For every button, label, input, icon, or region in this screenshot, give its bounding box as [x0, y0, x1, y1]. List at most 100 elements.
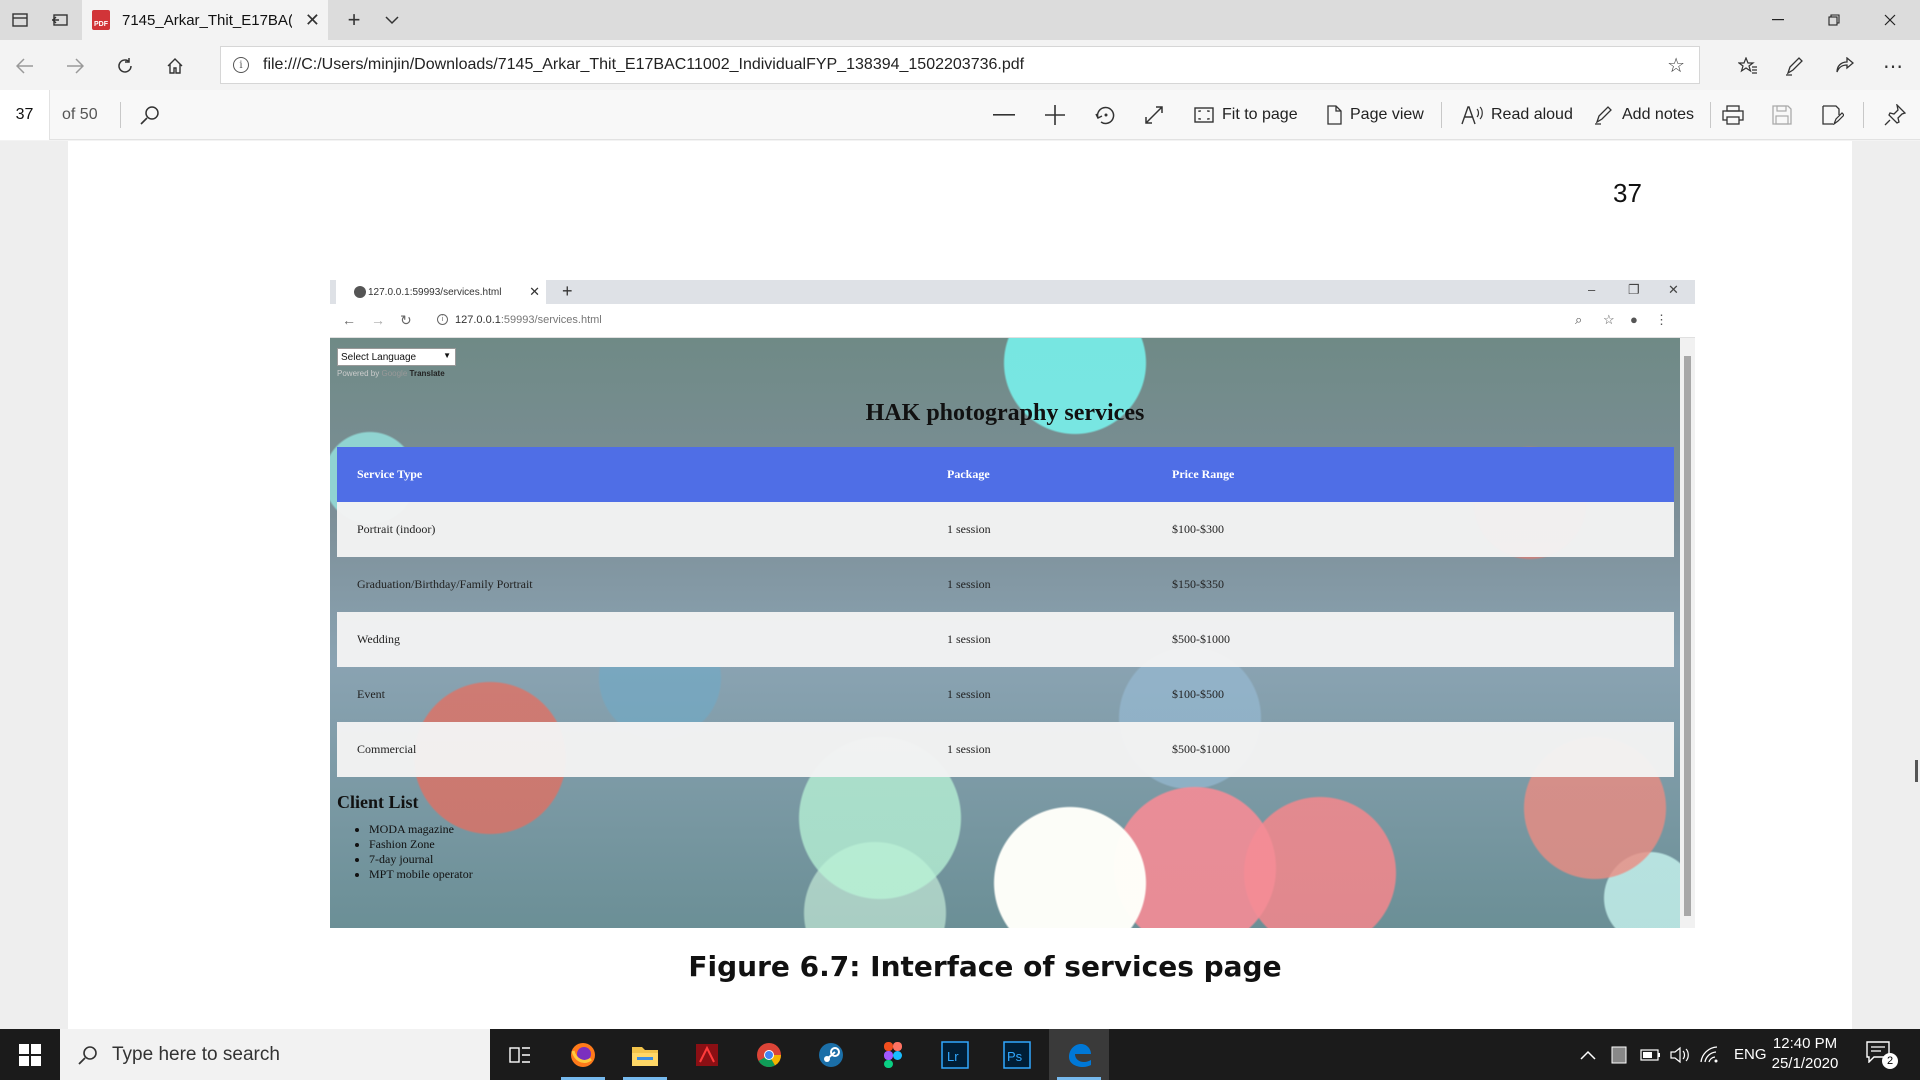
back-icon: ← — [342, 312, 356, 328]
file-explorer-icon[interactable] — [615, 1029, 675, 1080]
services-heading: HAK photography services — [865, 400, 1145, 426]
table-header-row: Service Type Package Price Range — [337, 447, 1674, 502]
set-tabs-aside-icon[interactable] — [48, 8, 72, 32]
print-icon[interactable] — [1722, 100, 1744, 130]
firefox-icon[interactable] — [553, 1029, 613, 1080]
table-cell: 1 session — [927, 502, 1152, 557]
dropdown-arrow-icon: ▼ — [443, 351, 451, 360]
tab-actions-icon[interactable] — [8, 8, 32, 32]
new-tab-icon[interactable]: + — [342, 7, 366, 32]
minimize-icon[interactable] — [1762, 6, 1794, 34]
fit-to-page-label: Fit to page — [1222, 106, 1298, 123]
screenshot-tab-title: 127.0.0.1:59993/services.html — [368, 286, 502, 298]
full-screen-icon[interactable] — [1144, 100, 1164, 130]
search-icon[interactable] — [140, 100, 160, 130]
tab-strip: PDF 7145_Arkar_Thit_E17BA( ✕ + — [0, 0, 1920, 40]
volume-icon[interactable] — [1670, 1029, 1690, 1080]
zoom-out-icon[interactable] — [993, 100, 1015, 130]
powered-by-google-translate: Powered by Google Translate — [337, 369, 445, 378]
chrome-icon[interactable] — [739, 1029, 799, 1080]
toolbar-divider — [1441, 102, 1442, 128]
photoshop-icon[interactable]: Ps — [987, 1029, 1047, 1080]
pdf-toolbar: 37 of 50 Fit to page Page view Read alou… — [0, 90, 1920, 140]
save-icon[interactable] — [1772, 100, 1792, 130]
save-as-icon[interactable] — [1822, 100, 1844, 130]
tablet-icon[interactable] — [1610, 1029, 1628, 1080]
refresh-icon[interactable] — [112, 53, 138, 79]
task-view-icon[interactable] — [490, 1029, 550, 1080]
menu-icon: ⋮ — [1655, 312, 1668, 327]
add-notes-button[interactable]: Add notes — [1594, 100, 1694, 130]
steam-icon[interactable] — [801, 1029, 861, 1080]
start-button[interactable] — [0, 1029, 60, 1080]
add-notes-icon — [1595, 106, 1612, 125]
services-page: Select Language ▼ Powered by Google Tran… — [330, 338, 1680, 928]
table-cell: Wedding — [337, 612, 927, 667]
fit-to-page-icon — [1194, 107, 1214, 123]
action-center-icon[interactable]: 2 — [1866, 1041, 1898, 1069]
battery-icon[interactable] — [1640, 1029, 1662, 1080]
edge-icon[interactable] — [1049, 1029, 1109, 1080]
page-view-button[interactable]: Page view — [1326, 100, 1424, 130]
wifi-icon[interactable] — [1700, 1029, 1720, 1080]
pen-notes-icon[interactable] — [1782, 53, 1808, 79]
tab-pdf[interactable]: PDF 7145_Arkar_Thit_E17BA( ✕ — [82, 0, 328, 40]
screenshot-address-bar: ← → ↻ i 127.0.0.1:59993/services.html ⌕ … — [330, 304, 1695, 338]
table-cell: Event — [357, 687, 385, 701]
address-bar[interactable]: i file:///C:/Users/minjin/Downloads/7145… — [220, 46, 1700, 84]
header-service-type: Service Type — [337, 447, 927, 502]
close-tab-icon[interactable]: ✕ — [305, 10, 320, 31]
list-item: 7-day journal — [369, 852, 473, 867]
read-aloud-button[interactable]: Read aloud — [1461, 100, 1573, 130]
bookmark-star-icon: ☆ — [1603, 312, 1615, 327]
site-info-icon[interactable]: i — [233, 57, 249, 73]
list-item: Fashion Zone — [369, 837, 473, 852]
toolbar-divider — [1863, 102, 1864, 128]
share-icon[interactable] — [1831, 53, 1857, 79]
zoom-in-icon[interactable] — [1044, 100, 1066, 130]
figma-icon[interactable] — [863, 1029, 923, 1080]
notification-count-badge: 2 — [1882, 1053, 1898, 1069]
header-price-range: Price Range — [1152, 447, 1674, 502]
rotate-icon[interactable] — [1094, 100, 1116, 130]
red-app-icon[interactable] — [677, 1029, 737, 1080]
services-page-screenshot: 127.0.0.1:59993/services.html ✕ + – ❐ ✕ … — [330, 280, 1695, 928]
close-window-icon[interactable] — [1874, 6, 1906, 34]
pin-toolbar-icon[interactable] — [1884, 100, 1906, 130]
table-row: Commercial 1 session $500-$1000 — [337, 722, 1674, 777]
favorites-icon[interactable] — [1735, 53, 1761, 79]
services-table: Service Type Package Price Range Portrai… — [337, 447, 1674, 777]
table-row: Event 1 session $100-$500 — [337, 667, 1674, 722]
table-cell: Portrait (indoor) — [337, 502, 927, 557]
show-hidden-icons-icon[interactable] — [1580, 1029, 1596, 1080]
chevron-down-icon[interactable] — [380, 8, 404, 32]
back-icon[interactable] — [12, 53, 38, 79]
list-item: MPT mobile operator — [369, 867, 473, 882]
table-row: Wedding 1 session $500-$1000 — [337, 612, 1674, 667]
more-options-icon[interactable]: ⋯ — [1880, 53, 1906, 79]
clock[interactable]: 12:40 PM 25/1/2020 — [1760, 1034, 1850, 1074]
home-icon[interactable] — [162, 53, 188, 79]
add-favorite-star-icon[interactable]: ☆ — [1667, 53, 1685, 78]
fit-to-page-button[interactable]: Fit to page — [1194, 100, 1298, 130]
screenshot-tab-strip: 127.0.0.1:59993/services.html ✕ + – ❐ ✕ — [330, 280, 1695, 304]
toolbar-divider — [120, 102, 121, 128]
screenshot-url: 127.0.0.1:59993/services.html — [455, 314, 602, 326]
forward-icon[interactable] — [62, 53, 88, 79]
taskbar-search-box[interactable]: Type here to search — [60, 1029, 490, 1080]
page-number-input[interactable]: 37 — [0, 90, 50, 140]
table-cell: 1 session — [947, 687, 991, 701]
new-tab-icon: + — [562, 281, 573, 301]
windows-logo-icon — [19, 1043, 41, 1066]
table-row: Portrait (indoor) 1 session $100-$300 — [337, 502, 1674, 557]
search-icon — [78, 1045, 97, 1065]
table-cell: Commercial — [337, 722, 927, 777]
screenshot-tab: 127.0.0.1:59993/services.html ✕ — [336, 280, 546, 304]
taskbar: Type here to search Lr Ps ENG 12:40 PM 2… — [0, 1029, 1920, 1080]
close-window-icon: ✕ — [1668, 282, 1679, 297]
restore-icon[interactable] — [1818, 6, 1850, 34]
close-icon: ✕ — [529, 284, 540, 299]
lightroom-icon[interactable]: Lr — [925, 1029, 985, 1080]
toolbar-divider — [1710, 102, 1711, 128]
document-scrollbar[interactable] — [1915, 760, 1918, 782]
